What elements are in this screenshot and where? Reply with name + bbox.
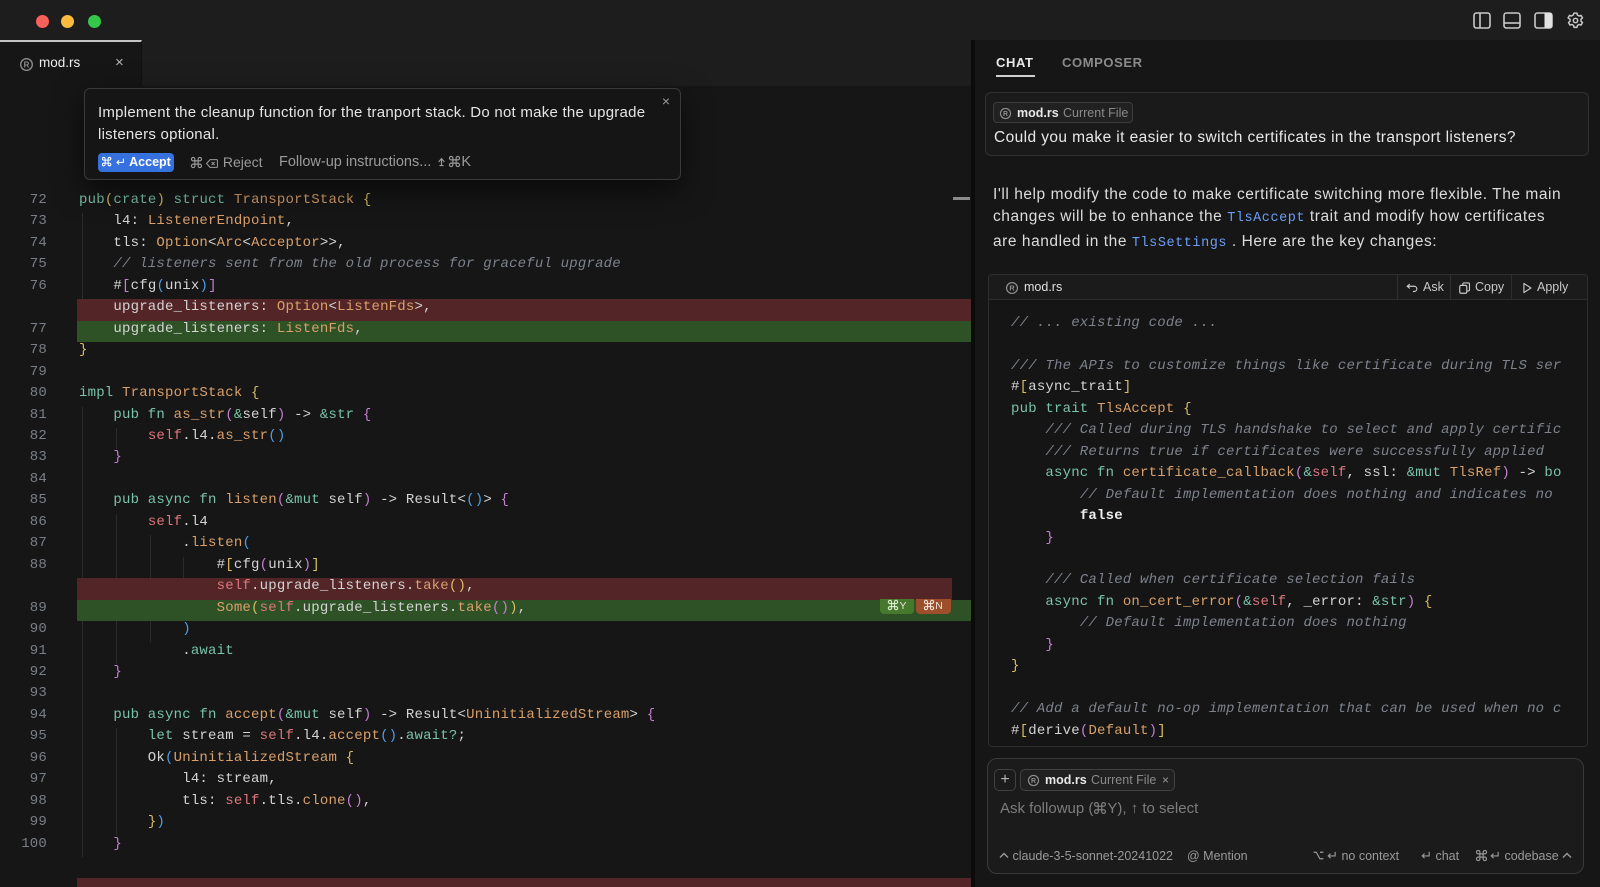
svg-text:R: R bbox=[24, 60, 30, 69]
svg-text:R: R bbox=[1031, 778, 1036, 785]
svg-text:R: R bbox=[1003, 111, 1008, 118]
svg-text:R: R bbox=[1009, 284, 1015, 293]
